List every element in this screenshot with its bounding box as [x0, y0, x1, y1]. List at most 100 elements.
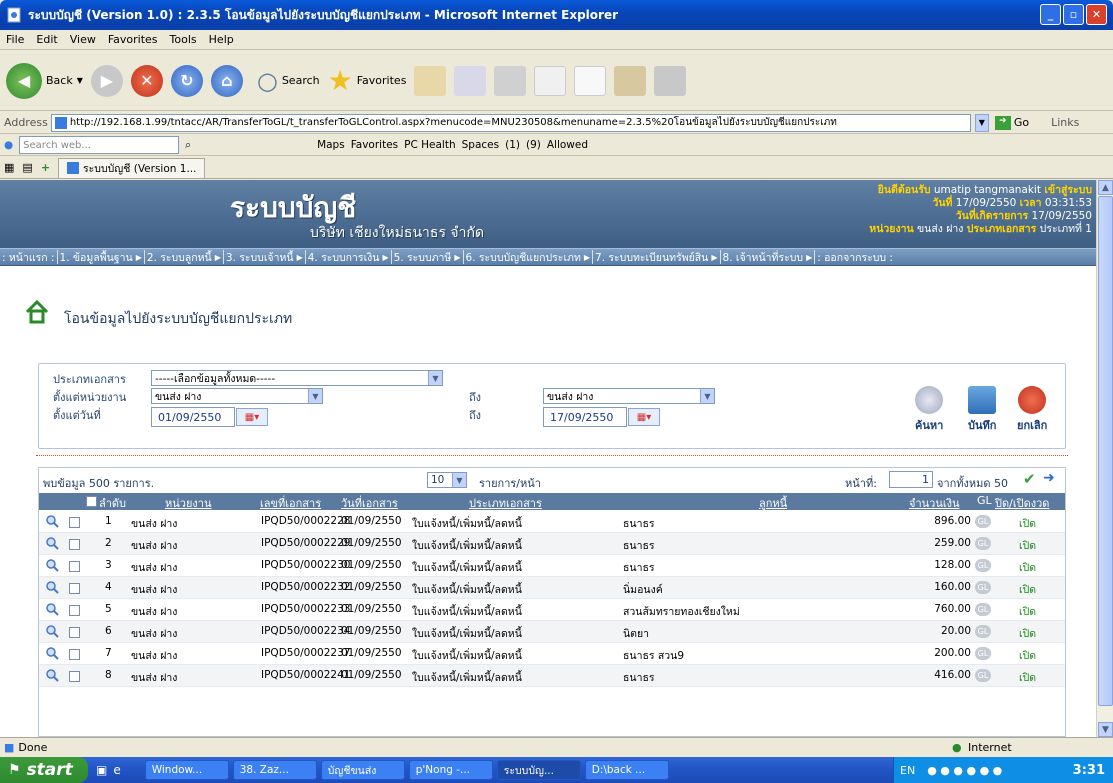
check-icon[interactable]: ✔ [1023, 470, 1036, 488]
scroll-down-icon[interactable]: ▼ [1098, 722, 1113, 737]
table-row[interactable]: 7 ขนส่ง ฝาง IPQD50/0002237 01/09/2550 ใบแจ้ง… [39, 643, 1065, 665]
quicklaunch-ie-icon[interactable]: e [113, 763, 120, 777]
refresh-button[interactable]: ↻ [170, 64, 203, 97]
nav-staff[interactable]: 8. เจ้าหน้าที่ระบบ ▶ [721, 249, 815, 265]
close-button[interactable]: ✕ [1086, 4, 1107, 25]
col-docno[interactable]: เลขที่เอกสาร [260, 494, 321, 512]
date-to-input[interactable]: 17/09/2550 [543, 407, 627, 427]
tab-list-icon[interactable]: ▤ [22, 161, 32, 174]
favorites-button[interactable]: ★ Favorites [328, 64, 407, 97]
nav-receivables[interactable]: 2. ระบบลูกหนี้ ▶ [145, 249, 223, 265]
cell-period-status[interactable]: เปิด [1019, 559, 1036, 576]
table-row[interactable]: 6 ขนส่ง ฝาง IPQD50/0002234 01/09/2550 ใบแจ้ง… [39, 621, 1065, 643]
web-search-input[interactable]: Search web... [19, 136, 180, 154]
print-icon[interactable] [494, 65, 527, 96]
nav-payables[interactable]: 3. ระบบเจ้าหนี้ ▶ [224, 249, 305, 265]
cell-period-status[interactable]: เปิด [1019, 603, 1036, 620]
calendar-icon[interactable]: ▦▾ [628, 408, 660, 426]
history-icon[interactable] [414, 65, 447, 96]
view-icon[interactable] [45, 558, 59, 572]
col-docdate[interactable]: วันที่เอกสาร [341, 494, 398, 512]
task-accounting-transport[interactable]: บัญชีขนส่ง [320, 760, 405, 780]
cell-period-status[interactable]: เปิด [1019, 537, 1036, 554]
search-button[interactable]: ○ Search [257, 67, 320, 95]
links-button[interactable]: Links [1051, 116, 1079, 129]
row-checkbox[interactable] [69, 627, 80, 638]
row-checkbox[interactable] [69, 561, 80, 572]
address-dropdown[interactable]: ▼ [974, 113, 989, 132]
view-icon[interactable] [45, 602, 59, 616]
quicklaunch-desktop-icon[interactable]: ▣ [96, 763, 107, 777]
discuss-icon[interactable] [574, 65, 607, 96]
menu-file[interactable]: File [6, 33, 24, 46]
nav-tax[interactable]: 5. ระบบภาษี ▶ [392, 249, 463, 265]
start-button[interactable]: ⚑ start [0, 757, 88, 783]
cell-period-status[interactable]: เปิด [1019, 625, 1036, 642]
row-checkbox[interactable] [69, 539, 80, 550]
research-icon[interactable] [614, 65, 647, 96]
calendar-icon[interactable]: ▦▾ [236, 408, 268, 426]
table-row[interactable]: 4 ขนส่ง ฝาง IPQD50/0002232 01/09/2550 ใบแจ้ง… [39, 577, 1065, 599]
col-unit[interactable]: หน่วยงาน [165, 494, 211, 512]
row-checkbox[interactable] [69, 671, 80, 682]
cell-period-status[interactable]: เปิด [1019, 647, 1036, 664]
menu-tools[interactable]: Tools [170, 33, 197, 46]
maximize-button[interactable]: ▫ [1063, 4, 1084, 25]
row-checkbox[interactable] [69, 517, 80, 528]
cancel-button[interactable]: ยกเลิก [1017, 386, 1047, 434]
select-all-checkbox[interactable] [86, 496, 97, 507]
search-go-icon[interactable]: ⌕ [185, 139, 191, 152]
row-checkbox[interactable] [69, 605, 80, 616]
row-checkbox[interactable] [69, 649, 80, 660]
vertical-scrollbar[interactable]: ▲ ▼ [1096, 180, 1113, 737]
toolbar-item-maps[interactable]: Maps [317, 139, 345, 151]
task-zaz[interactable]: 38. Zaz... [232, 760, 317, 780]
table-row[interactable]: 2 ขนส่ง ฝาง IPQD50/0002229 01/09/2550 ใบแจ้ง… [39, 533, 1065, 555]
doctype-select[interactable]: -----เลือกข้อมูลทั้งหมด----- ▼ [151, 370, 443, 386]
scroll-up-icon[interactable]: ▲ [1098, 180, 1113, 195]
col-amount[interactable]: จำนวนเงิน [909, 494, 960, 512]
nav-assets[interactable]: 7. ระบบทะเบียนทรัพย์สิน ▶ [593, 249, 720, 265]
address-input[interactable]: http://192.168.1.99/tntacc/AR/TransferTo… [50, 113, 971, 132]
nav-gl[interactable]: 6. ระบบบัญชีแยกประเภท ▶ [464, 249, 593, 265]
cell-period-status[interactable]: เปิด [1019, 669, 1036, 686]
col-seq[interactable]: ลำดับ [99, 494, 126, 512]
toolbar-item-allowed[interactable]: Allowed [547, 139, 588, 151]
tray-icons[interactable]: ● ● ● ● ● ● [927, 764, 1002, 777]
task-accounting-system[interactable]: ระบบบัญ... [496, 760, 581, 780]
forward-button[interactable]: ▶ [90, 64, 123, 97]
toolbar-item-pchealth[interactable]: PC Health [404, 139, 455, 151]
per-page-select[interactable]: 10 ▼ [427, 472, 467, 488]
task-folder-back[interactable]: D:\back ... [584, 760, 669, 780]
toolbar-item-spaces[interactable]: Spaces [462, 139, 499, 151]
nav-basic-data[interactable]: 1. ข้อมูลพื้นฐาน ▶ [58, 249, 144, 265]
view-icon[interactable] [45, 646, 59, 660]
menu-view[interactable]: View [70, 33, 96, 46]
toolbar-item-buddies[interactable]: (9) [526, 139, 541, 151]
toolbar-item-favorites[interactable]: Favorites [351, 139, 398, 151]
task-pnong[interactable]: p'Nong -... [408, 760, 493, 780]
cell-period-status[interactable]: เปิด [1019, 581, 1036, 598]
mail-icon[interactable] [454, 65, 487, 96]
home-button[interactable]: ⌂ [210, 64, 243, 97]
view-icon[interactable] [45, 536, 59, 550]
window-titlebar[interactable]: ระบบบัญชี (Version 1.0) : 2.3.5 โอนข้อมู… [0, 0, 1113, 30]
cell-period-status[interactable]: เปิด [1019, 515, 1036, 532]
unit-from-select[interactable]: ขนส่ง ฝาง ▼ [151, 388, 323, 404]
save-button[interactable]: บันทึก [968, 386, 996, 434]
language-indicator[interactable]: EN [900, 764, 915, 777]
view-icon[interactable] [45, 580, 59, 594]
view-icon[interactable] [45, 514, 59, 528]
col-debtor[interactable]: ลูกหนี้ [759, 494, 787, 512]
menu-edit[interactable]: Edit [36, 33, 57, 46]
go-button[interactable]: ➜ Go [994, 115, 1029, 130]
row-checkbox[interactable] [69, 583, 80, 594]
col-period[interactable]: ปิด/เปิดงวด [995, 494, 1049, 512]
menu-help[interactable]: Help [209, 33, 234, 46]
col-doctype[interactable]: ประเภทเอกสาร [469, 494, 542, 512]
new-tab-icon[interactable]: + [41, 161, 50, 174]
quick-tabs-icon[interactable]: ▦ [4, 161, 14, 174]
view-icon[interactable] [45, 624, 59, 638]
minimize-button[interactable]: _ [1040, 4, 1061, 25]
search-button[interactable]: ค้นหา [915, 386, 943, 434]
